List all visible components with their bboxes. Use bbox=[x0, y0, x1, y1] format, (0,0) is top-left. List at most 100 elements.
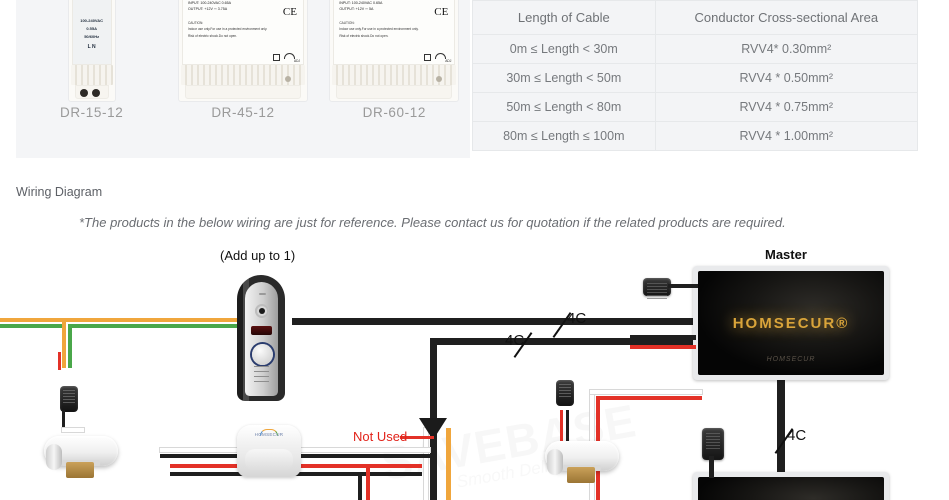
power-adapter-brick bbox=[556, 380, 574, 406]
electric-strike-lock bbox=[545, 435, 619, 483]
lock-cylinder bbox=[46, 444, 62, 470]
column-header-area: Conductor Cross-sectional Area bbox=[654, 0, 919, 35]
cell-area: RVV4 * 0.50mm² bbox=[654, 63, 919, 93]
power-adapter-brick bbox=[60, 386, 78, 412]
wire-black bbox=[668, 284, 698, 288]
psu-screw-icon bbox=[284, 76, 291, 82]
wire-green bbox=[68, 324, 242, 328]
psu-input-spec: INPUT: 100-240VAC 0.65A bbox=[339, 1, 383, 5]
microphone-icon bbox=[258, 293, 266, 295]
cell-length: 80m ≤ Length ≤ 100m bbox=[472, 121, 656, 151]
wire-black-main-bus bbox=[292, 318, 700, 325]
door-station-device bbox=[237, 275, 285, 401]
psu-output-spec: OUTPUT: +12V ⎓ 5A bbox=[339, 7, 374, 11]
wire-orange bbox=[62, 318, 242, 322]
master-monitor-screen: HOMSECUR® HOMSECUR bbox=[698, 271, 884, 375]
master-label: Master bbox=[765, 247, 807, 262]
cell-length: 50m ≤ Length < 80m bbox=[472, 92, 656, 122]
not-used-label: Not Used bbox=[353, 429, 408, 444]
psu-caution-line-1: Indoor use only.For use in a protected e… bbox=[339, 27, 419, 31]
psu-adj-text: ADJ bbox=[293, 59, 300, 63]
wire-black bbox=[358, 472, 362, 500]
psu-heatsink-fins bbox=[332, 65, 457, 85]
psu-base bbox=[336, 85, 453, 99]
psu-pin bbox=[79, 89, 88, 97]
lock-bolt bbox=[66, 462, 94, 478]
psu-caution-line-2: Risk of electric shock.Do not open. bbox=[187, 34, 238, 38]
psu-current-label: 0.55A bbox=[86, 26, 97, 31]
cell-area: RVV4* 0.30mm² bbox=[654, 34, 919, 64]
wire-black bbox=[709, 456, 714, 478]
table-header-row: Length of Cable Conductor Cross-sectiona… bbox=[472, 0, 919, 35]
product-caption: DR-45-12 bbox=[211, 105, 275, 120]
psu-base bbox=[184, 85, 301, 99]
cell-area: RVV4 * 1.00mm² bbox=[654, 121, 919, 151]
cell-length: 0m ≤ Length < 30m bbox=[472, 34, 656, 64]
table-row: 30m ≤ Length < 50m RVV4 * 0.50mm² bbox=[472, 63, 919, 93]
table-row: 80m ≤ Length ≤ 100m RVV4 * 1.00mm² bbox=[472, 121, 919, 151]
psu-adj-text: ADJ bbox=[445, 59, 452, 63]
psu-square-mark-icon bbox=[424, 54, 432, 61]
psu-square-mark-icon bbox=[272, 54, 280, 61]
column-header-length: Length of Cable bbox=[472, 0, 656, 35]
product-cell-dr-45-12: MODEL:DR-45-12 RoHS INPUT: 100-240VAC 0.… bbox=[168, 0, 318, 120]
wire-black-drop bbox=[430, 338, 437, 430]
psu-caution-line-1: Indoor use only.For use in a protected e… bbox=[187, 27, 268, 31]
psu-caution-line-2: Risk of electric shock.Do not open. bbox=[339, 34, 389, 38]
electric-strike-lock bbox=[44, 430, 118, 478]
add-up-to-label: (Add up to 1) bbox=[220, 248, 296, 263]
power-supply-row: +V ADJ 100-240VAC 0.55A 50/60Hz L N DR-1… bbox=[16, 0, 470, 158]
pir-motion-detector: HOMSECUR bbox=[237, 425, 301, 477]
pir-brand-label: HOMSECUR bbox=[254, 432, 284, 437]
monitor-brand-label: HOMSECUR® bbox=[732, 314, 850, 332]
product-cell-dr-60-12: MODEL:DR-60-12 RoHS INPUT: 100-240VAC 0.… bbox=[319, 0, 469, 120]
pir-lens bbox=[245, 449, 293, 471]
cell-area: RVV4 * 0.75mm² bbox=[654, 92, 919, 122]
table-row: 0m ≤ Length < 30m RVV4* 0.30mm² bbox=[472, 34, 919, 64]
psu-image-dr-60-12: MODEL:DR-60-12 RoHS INPUT: 100-240VAC 0.… bbox=[330, 0, 459, 101]
psu-output-spec: OUTPUT: +12V ⎓ 3.75A bbox=[187, 7, 228, 11]
wire-red bbox=[630, 345, 696, 349]
psu-input-spec: INPUT: 100-240VAC 0.65A bbox=[187, 1, 232, 5]
wire-orange bbox=[62, 318, 66, 368]
master-monitor: HOMSECUR® HOMSECUR bbox=[693, 266, 889, 380]
sub-monitor-screen bbox=[698, 477, 884, 500]
wire-black bbox=[630, 335, 696, 340]
product-caption: DR-60-12 bbox=[362, 105, 426, 120]
product-cell-dr-15-12: +V ADJ 100-240VAC 0.55A 50/60Hz L N DR-1… bbox=[17, 0, 167, 120]
psu-pin bbox=[91, 89, 100, 97]
ce-mark-icon: CE bbox=[434, 6, 449, 18]
psu-heatsink-fins bbox=[180, 65, 305, 85]
camera-icon bbox=[254, 304, 269, 318]
cell-length: 30m ≤ Length < 50m bbox=[472, 63, 656, 93]
psu-freq-label: 50/60Hz bbox=[84, 34, 100, 39]
psu-image-dr-45-12: MODEL:DR-45-12 RoHS INPUT: 100-240VAC 0.… bbox=[178, 0, 307, 101]
door-station-panel bbox=[245, 282, 278, 396]
wire-orange bbox=[0, 318, 66, 322]
psu-heatsink-fins bbox=[70, 65, 113, 85]
cable-spec-table: (The wiring diagram for a system should … bbox=[472, 0, 919, 151]
page-root: +V ADJ 100-240VAC 0.55A 50/60Hz L N DR-1… bbox=[0, 0, 949, 500]
pir-body: HOMSECUR bbox=[237, 425, 301, 477]
psu-image-dr-15-12: +V ADJ 100-240VAC 0.55A 50/60Hz L N bbox=[68, 0, 115, 101]
psu-caution-title: CAUTION: bbox=[187, 21, 204, 25]
wiring-diagram-note: *The products in the below wiring are ju… bbox=[79, 215, 786, 230]
lock-bolt bbox=[567, 467, 595, 483]
psu-caution-title: CAUTION: bbox=[339, 21, 355, 25]
wire-green bbox=[0, 324, 66, 328]
product-caption: DR-15-12 bbox=[59, 105, 124, 120]
wire-red bbox=[58, 352, 61, 370]
sub-monitor bbox=[693, 472, 889, 500]
table-row: 50m ≤ Length < 80m RVV4 * 0.75mm² bbox=[472, 92, 919, 122]
psu-input-label: 100-240VAC bbox=[80, 18, 104, 23]
nameplate bbox=[251, 326, 272, 335]
power-supply-panel: +V ADJ 100-240VAC 0.55A 50/60Hz L N DR-1… bbox=[16, 0, 470, 158]
monitor-power-adapter bbox=[643, 278, 671, 299]
monitor-brand-small-label: HOMSECUR bbox=[766, 355, 816, 363]
psu-face: +V ADJ 100-240VAC 0.55A 50/60Hz L N bbox=[71, 0, 112, 65]
wiring-diagram-heading: Wiring Diagram bbox=[16, 185, 103, 199]
ce-mark-icon: CE bbox=[282, 6, 297, 18]
wiring-diagram-canvas: SAVEBASE Smooth Delight (Add up to 1) HO… bbox=[0, 240, 949, 500]
lock-cylinder bbox=[547, 449, 563, 475]
wire-green bbox=[68, 324, 72, 368]
